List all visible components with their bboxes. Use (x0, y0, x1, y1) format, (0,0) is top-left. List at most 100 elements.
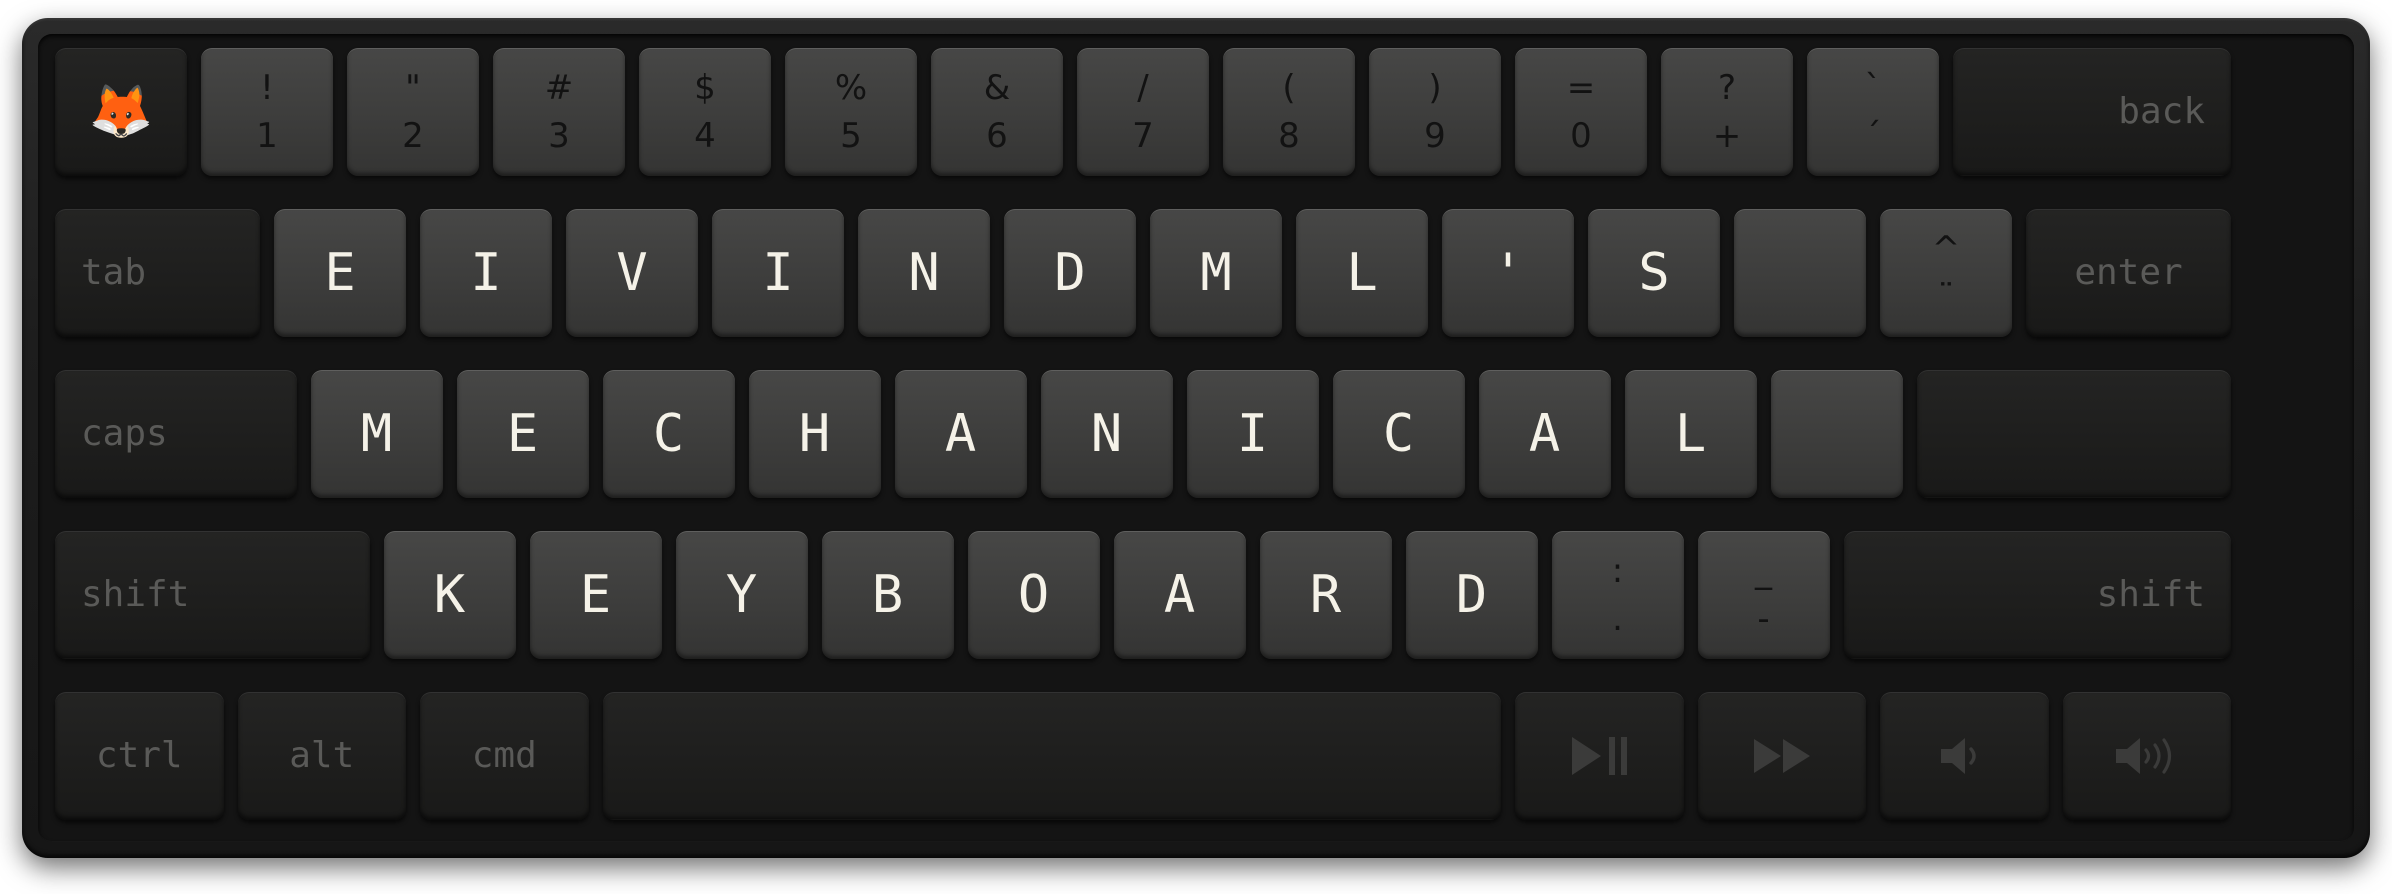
key-legend-dual: $4 (639, 48, 771, 176)
key-a[interactable]: A (888, 364, 1034, 512)
key-legend-label: shift (81, 574, 190, 615)
key-legend: E (506, 404, 539, 464)
key-legend-shifted: ^ (1931, 229, 1961, 269)
keycap (1770, 370, 1903, 498)
key-b[interactable]: B (815, 525, 961, 673)
key-i-3[interactable]: I (1180, 364, 1326, 512)
key-legend-blank (1771, 370, 1903, 498)
keycap: B (821, 531, 954, 659)
keycap: ) 9 (1369, 48, 1501, 176)
play-pause-key[interactable] (1508, 686, 1691, 834)
key-legend: S (1638, 243, 1670, 303)
enter-key[interactable]: enter (2019, 203, 2238, 351)
fast-forward-key[interactable] (1691, 686, 1874, 834)
volume-down-icon (1880, 692, 2049, 820)
key-3[interactable]: #3 (486, 42, 632, 190)
key-e-3[interactable]: E (523, 525, 669, 673)
key-legend-label: tab (81, 252, 147, 293)
key-legend-shifted: ! (260, 68, 274, 108)
keycap: ^ ¨ (1880, 209, 2012, 337)
key-5[interactable]: % 5 (778, 42, 924, 190)
key-m-2[interactable]: M (304, 364, 450, 512)
key-8[interactable]: (8 (1216, 42, 1362, 190)
keycap: C (602, 370, 735, 498)
key-l-2[interactable]: L (1618, 364, 1764, 512)
keycap: back (1953, 48, 2231, 176)
key-s[interactable]: S (1581, 203, 1727, 351)
key-a-3[interactable]: A (1107, 525, 1253, 673)
key-i-2[interactable]: I (705, 203, 851, 351)
keycap: _ - (1697, 531, 1830, 659)
keycap: D (1004, 209, 1136, 337)
key-blank-2[interactable] (1764, 364, 1910, 512)
key-4[interactable]: $4 (632, 42, 778, 190)
key-d[interactable]: D (997, 203, 1143, 351)
key-e-2[interactable]: E (450, 364, 596, 512)
keycap: I (420, 209, 552, 337)
keycap: M (1150, 209, 1282, 337)
alt-key[interactable]: alt (231, 686, 414, 834)
keycap: caps (55, 370, 297, 498)
key-legend: B (871, 565, 904, 625)
fox-emoji-key[interactable]: 🦊 (48, 42, 194, 190)
key-9[interactable]: ) 9 (1362, 42, 1508, 190)
key-legend-shifted: ( (1282, 68, 1296, 108)
key-legend: M (360, 404, 393, 464)
key-6[interactable]: & 6 (924, 42, 1070, 190)
key-underscore[interactable]: _ - (1691, 525, 1837, 673)
key-y[interactable]: Y (669, 525, 815, 673)
key-h[interactable]: H (742, 364, 888, 512)
key-n-2[interactable]: N (1034, 364, 1180, 512)
screenshot-stage: 🦊! 1 " 2 #3 $4% 5 & 6/7(8) 9 = 0? + ` ´ back tab E I V I N D M L… (0, 0, 2392, 894)
backspace-key[interactable]: back (1946, 42, 2238, 190)
key-2[interactable]: " 2 (340, 42, 486, 190)
ctrl-key[interactable]: ctrl (48, 686, 231, 834)
key-diaeresis[interactable]: ^ ¨ (1873, 203, 2019, 351)
keycap (1880, 692, 2049, 820)
keycap: = 0 (1515, 48, 1647, 176)
key-m[interactable]: M (1143, 203, 1289, 351)
spacebar-key[interactable] (596, 686, 1509, 834)
cmd-key[interactable]: cmd (413, 686, 596, 834)
key-legend-base: 8 (1278, 116, 1300, 156)
key-n[interactable]: N (851, 203, 997, 351)
key-legend-base: 9 (1424, 116, 1446, 156)
left-shift-key[interactable]: shift (48, 525, 377, 673)
key-0[interactable]: = 0 (1508, 42, 1654, 190)
keycap: R (1259, 531, 1392, 659)
keycap (2062, 692, 2232, 820)
keycap: #3 (493, 48, 625, 176)
key-legend: R (1309, 565, 1342, 625)
key-legend: ' (1492, 243, 1524, 303)
key-d-2[interactable]: D (1399, 525, 1545, 673)
caps-lock-key[interactable]: caps (48, 364, 304, 512)
right-shift-key[interactable]: shift (1837, 525, 2239, 673)
key-k[interactable]: K (377, 525, 523, 673)
key-blank-wide[interactable] (1910, 364, 2239, 512)
key-a-2[interactable]: A (1472, 364, 1618, 512)
volume-down-key[interactable] (1873, 686, 2056, 834)
key-legend-base: + (1712, 116, 1742, 156)
key-apostrophe[interactable]: ' (1435, 203, 1581, 351)
key-7[interactable]: /7 (1070, 42, 1216, 190)
key-o[interactable]: O (961, 525, 1107, 673)
volume-up-key[interactable] (2056, 686, 2239, 834)
volume-up-icon (2063, 692, 2232, 820)
key-acute[interactable]: ` ´ (1800, 42, 1946, 190)
key-blank-1[interactable] (1727, 203, 1873, 351)
key-colon[interactable]: :. (1545, 525, 1691, 673)
key-r[interactable]: R (1253, 525, 1399, 673)
key-1[interactable]: ! 1 (194, 42, 340, 190)
key-legend-shifted: : (1611, 551, 1624, 591)
key-e[interactable]: E (267, 203, 413, 351)
key-plus[interactable]: ? + (1654, 42, 1800, 190)
key-legend-base: 2 (402, 116, 424, 156)
keycap: ` ´ (1807, 48, 1939, 176)
key-c-2[interactable]: C (1326, 364, 1472, 512)
key-i[interactable]: I (413, 203, 559, 351)
key-c[interactable]: C (596, 364, 742, 512)
tab-key[interactable]: tab (48, 203, 267, 351)
key-l[interactable]: L (1289, 203, 1435, 351)
key-v[interactable]: V (559, 203, 705, 351)
keycap: $4 (639, 48, 771, 176)
